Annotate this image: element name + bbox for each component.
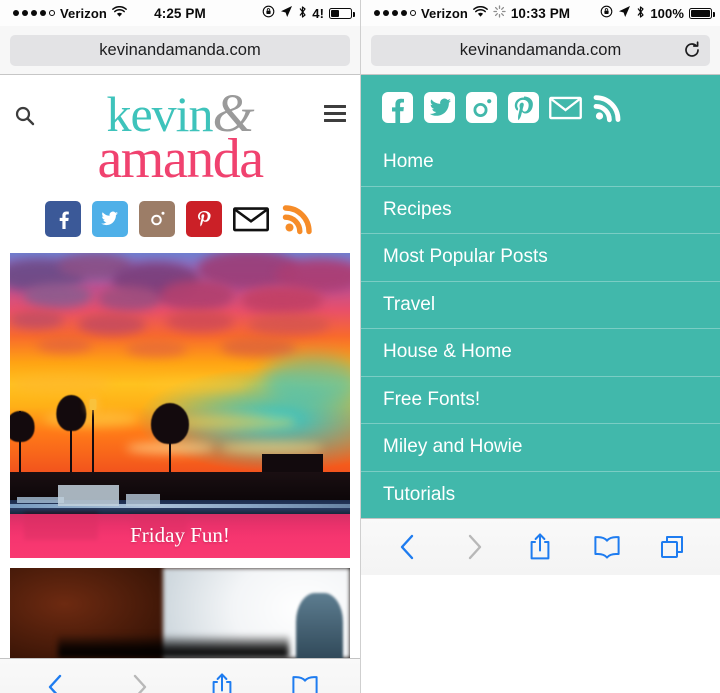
right-url-bar-container: kevinandamanda.com <box>361 26 720 75</box>
instagram-icon[interactable] <box>138 200 175 237</box>
menu-item-most-popular-posts[interactable]: Most Popular Posts <box>361 233 720 281</box>
site-navigation-menu: Home Recipes Most Popular Posts Travel H… <box>361 75 720 518</box>
facebook-icon[interactable] <box>44 200 81 237</box>
post-card-sunset[interactable]: Friday Fun! <box>10 252 350 558</box>
site-logo[interactable]: kevin& amanda <box>44 86 316 190</box>
bluetooth-icon <box>636 5 645 22</box>
rss-icon[interactable] <box>280 201 316 237</box>
activity-spinner-icon <box>493 5 506 21</box>
email-icon[interactable] <box>549 91 582 124</box>
wifi-icon <box>112 5 127 21</box>
share-button[interactable] <box>520 527 560 567</box>
tabs-button[interactable] <box>653 527 693 567</box>
right-browser-toolbar <box>361 518 720 575</box>
back-button[interactable] <box>388 527 428 567</box>
email-icon[interactable] <box>232 201 269 237</box>
carrier-label: Verizon <box>421 5 468 21</box>
carrier-label: Verizon <box>60 5 107 21</box>
menu-item-travel[interactable]: Travel <box>361 280 720 329</box>
menu-item-label: Free Fonts! <box>383 388 481 410</box>
battery-percent-label: 4! <box>312 5 324 21</box>
share-button[interactable] <box>202 667 242 693</box>
menu-item-miley-and-howie[interactable]: Miley and Howie <box>361 423 720 471</box>
menu-item-recipes[interactable]: Recipes <box>361 185 720 234</box>
right-status-carrier-group: Verizon <box>361 5 506 21</box>
forward-button <box>119 667 159 693</box>
rss-icon[interactable] <box>591 91 624 124</box>
left-phone-screen: Verizon 4:25 PM 4! kevinandamanda.com ke… <box>0 0 360 693</box>
right-phone-screen: Verizon 10:33 PM 100% kevinandamanda.com… <box>360 0 720 693</box>
menu-item-house-and-home[interactable]: House & Home <box>361 328 720 376</box>
wooden-bowl-and-white-linen-photo <box>10 567 350 658</box>
bookmarks-button[interactable] <box>587 527 627 567</box>
battery-percent-label: 100% <box>650 5 684 21</box>
right-status-indicators: 100% <box>600 5 720 22</box>
left-status-indicators: 4! <box>262 5 360 22</box>
url-text: kevinandamanda.com <box>99 40 261 59</box>
menu-item-label: House & Home <box>383 341 512 363</box>
url-input[interactable]: kevinandamanda.com <box>371 34 710 66</box>
website-content-left: kevin& amanda Friday Fun! <box>0 75 360 658</box>
menu-item-label: Travel <box>383 293 436 315</box>
left-status-carrier-group: Verizon <box>0 5 127 21</box>
menu-item-label: Most Popular Posts <box>383 246 548 268</box>
menu-item-label: Tutorials <box>383 483 456 505</box>
signal-strength-icon <box>13 10 55 16</box>
logo-line-two: amanda <box>97 127 264 190</box>
twitter-icon[interactable] <box>423 91 456 124</box>
forward-button <box>454 527 494 567</box>
site-social-links <box>0 200 360 237</box>
search-icon[interactable] <box>14 89 44 132</box>
wifi-icon <box>473 5 488 21</box>
dual-phone-screenshot: Verizon 4:25 PM 4! kevinandamanda.com ke… <box>0 0 720 693</box>
battery-icon <box>689 7 715 19</box>
site-header: kevin& amanda <box>0 75 360 190</box>
left-status-bar: Verizon 4:25 PM 4! <box>0 0 360 26</box>
pinterest-icon[interactable] <box>507 91 540 124</box>
post-card-second[interactable] <box>10 567 350 658</box>
url-input[interactable]: kevinandamanda.com <box>10 34 350 66</box>
menu-item-label: Miley and Howie <box>383 436 523 458</box>
location-arrow-icon <box>280 5 293 21</box>
instagram-icon[interactable] <box>465 91 498 124</box>
twitter-icon[interactable] <box>91 200 128 237</box>
sunset-over-pool-photo <box>10 252 350 558</box>
bluetooth-icon <box>298 5 307 22</box>
menu-item-list: Home Recipes Most Popular Posts Travel H… <box>361 138 720 518</box>
bookmarks-button[interactable] <box>285 667 325 693</box>
menu-item-free-fonts[interactable]: Free Fonts! <box>361 375 720 424</box>
right-status-bar: Verizon 10:33 PM 100% <box>361 0 720 26</box>
left-browser-toolbar <box>0 657 360 693</box>
location-arrow-icon <box>618 5 631 21</box>
back-button[interactable] <box>36 667 76 693</box>
hamburger-menu-icon[interactable] <box>316 89 346 122</box>
menu-item-label: Home <box>383 150 434 172</box>
left-url-bar-container: kevinandamanda.com <box>0 26 360 75</box>
pinterest-icon[interactable] <box>185 200 222 237</box>
menu-social-links <box>361 75 720 138</box>
menu-item-tutorials[interactable]: Tutorials <box>361 470 720 519</box>
post-caption: Friday Fun! <box>10 513 350 558</box>
rotation-lock-icon <box>262 5 275 21</box>
rotation-lock-icon <box>600 5 613 21</box>
battery-icon <box>329 7 355 19</box>
url-text: kevinandamanda.com <box>459 40 622 59</box>
menu-item-label: Recipes <box>383 198 452 220</box>
facebook-icon[interactable] <box>381 91 414 124</box>
reload-icon[interactable] <box>683 41 701 59</box>
post-list: Friday Fun! <box>0 252 360 658</box>
signal-strength-icon <box>374 10 416 16</box>
menu-item-home[interactable]: Home <box>361 138 720 186</box>
